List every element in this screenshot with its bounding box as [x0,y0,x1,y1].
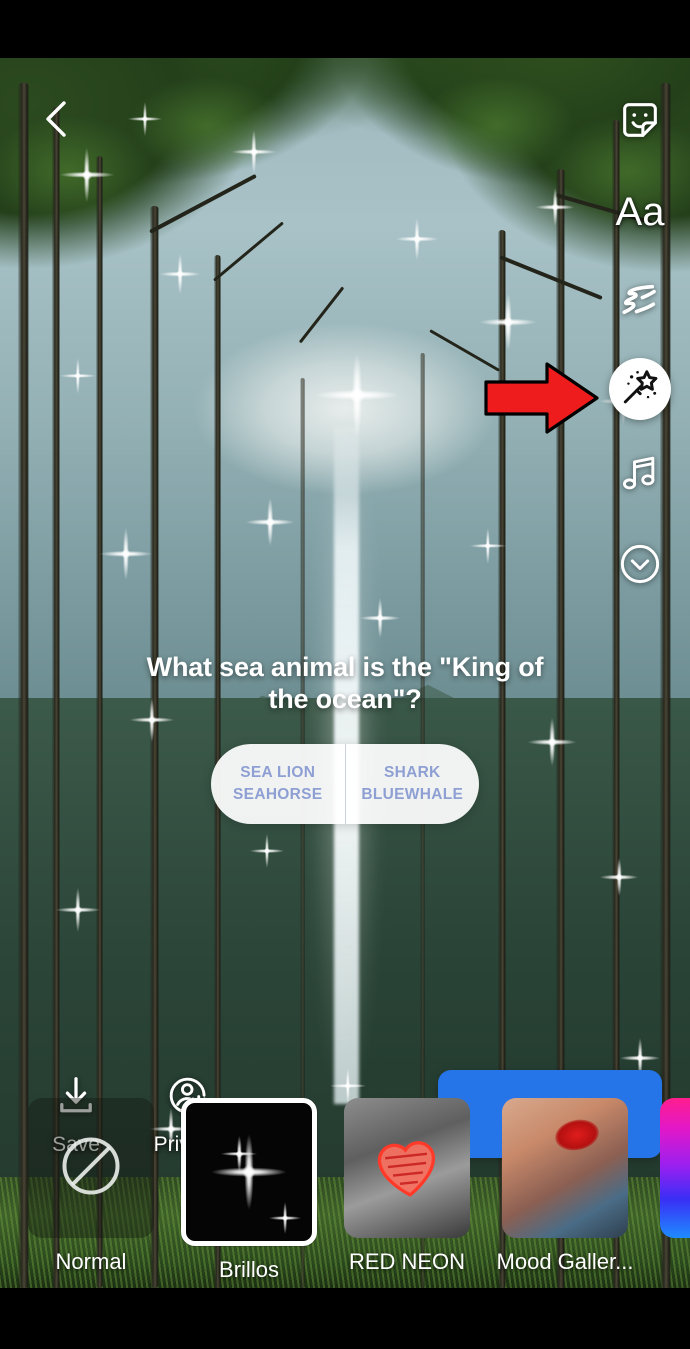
chevron-down-circle-icon [617,541,663,592]
phone-screen: What sea animal is the "King of the ocea… [0,0,690,1349]
filter-carousel[interactable]: Normal Brillos RED NEON Mood Galler... [0,1098,690,1288]
filter-label-red-neon: RED NEON [348,1249,466,1274]
quiz-option-2-line-2: BLUEWHALE [361,785,464,803]
draw-tool-button[interactable] [606,268,674,336]
text-aa-icon: Aa [615,190,665,234]
quiz-option-1-line-2: SEAHORSE [233,785,323,803]
effects-tool-button[interactable] [609,358,671,420]
quiz-sticker[interactable]: What sea animal is the "King of the ocea… [130,652,560,824]
filter-thumb-normal[interactable] [28,1098,154,1238]
neon-heart-icon [368,1129,447,1202]
more-tool-button[interactable] [606,532,674,600]
filter-item-color[interactable]: Co [654,1098,690,1275]
filter-item-red-neon[interactable]: RED NEON [338,1098,476,1275]
filter-label-brillos: Brillos [219,1257,279,1282]
back-button[interactable] [30,92,82,150]
no-symbol-icon [54,1129,128,1208]
sticker-tool-button[interactable] [606,88,674,156]
story-canvas[interactable]: What sea animal is the "King of the ocea… [0,58,690,1288]
quiz-answer-option-1[interactable]: SEA LION SEAHORSE [211,744,345,824]
filter-thumb-brillos[interactable] [181,1098,317,1246]
squiggle-draw-icon [617,279,663,326]
quiz-answer-option-2[interactable]: SHARK BLUEWHALE [344,743,480,824]
filter-label-normal: Normal [55,1249,127,1274]
filter-item-normal[interactable]: Normal [22,1098,160,1275]
filter-item-mood-gallery[interactable]: Mood Galler... [496,1098,634,1275]
text-tool-button[interactable]: Aa [606,178,674,246]
filter-thumb-red-neon[interactable] [344,1098,470,1238]
filter-thumb-mood-gallery[interactable] [502,1098,628,1238]
portrait-icon [552,1116,602,1155]
tool-rail: Aa [600,88,680,622]
quiz-option-2-line-1: SHARK [383,764,441,782]
letterbox-top [0,0,690,58]
music-tool-button[interactable] [606,442,674,510]
quiz-answers[interactable]: SEA LION SEAHORSE SHARK BLUEWHALE [211,743,480,824]
filter-thumb-color[interactable] [660,1098,690,1238]
quiz-question-text: What sea animal is the "King of the ocea… [146,652,544,714]
chevron-left-icon [36,95,76,148]
quiz-option-1-line-1: SEA LION [240,764,316,782]
filter-label-mood-gallery: Mood Galler... [496,1249,634,1274]
letterbox-bottom [0,1288,690,1349]
music-note-icon [618,452,662,501]
filter-item-brillos[interactable]: Brillos [180,1098,318,1283]
magic-wand-icon [619,366,661,413]
sticker-face-icon [617,97,663,148]
